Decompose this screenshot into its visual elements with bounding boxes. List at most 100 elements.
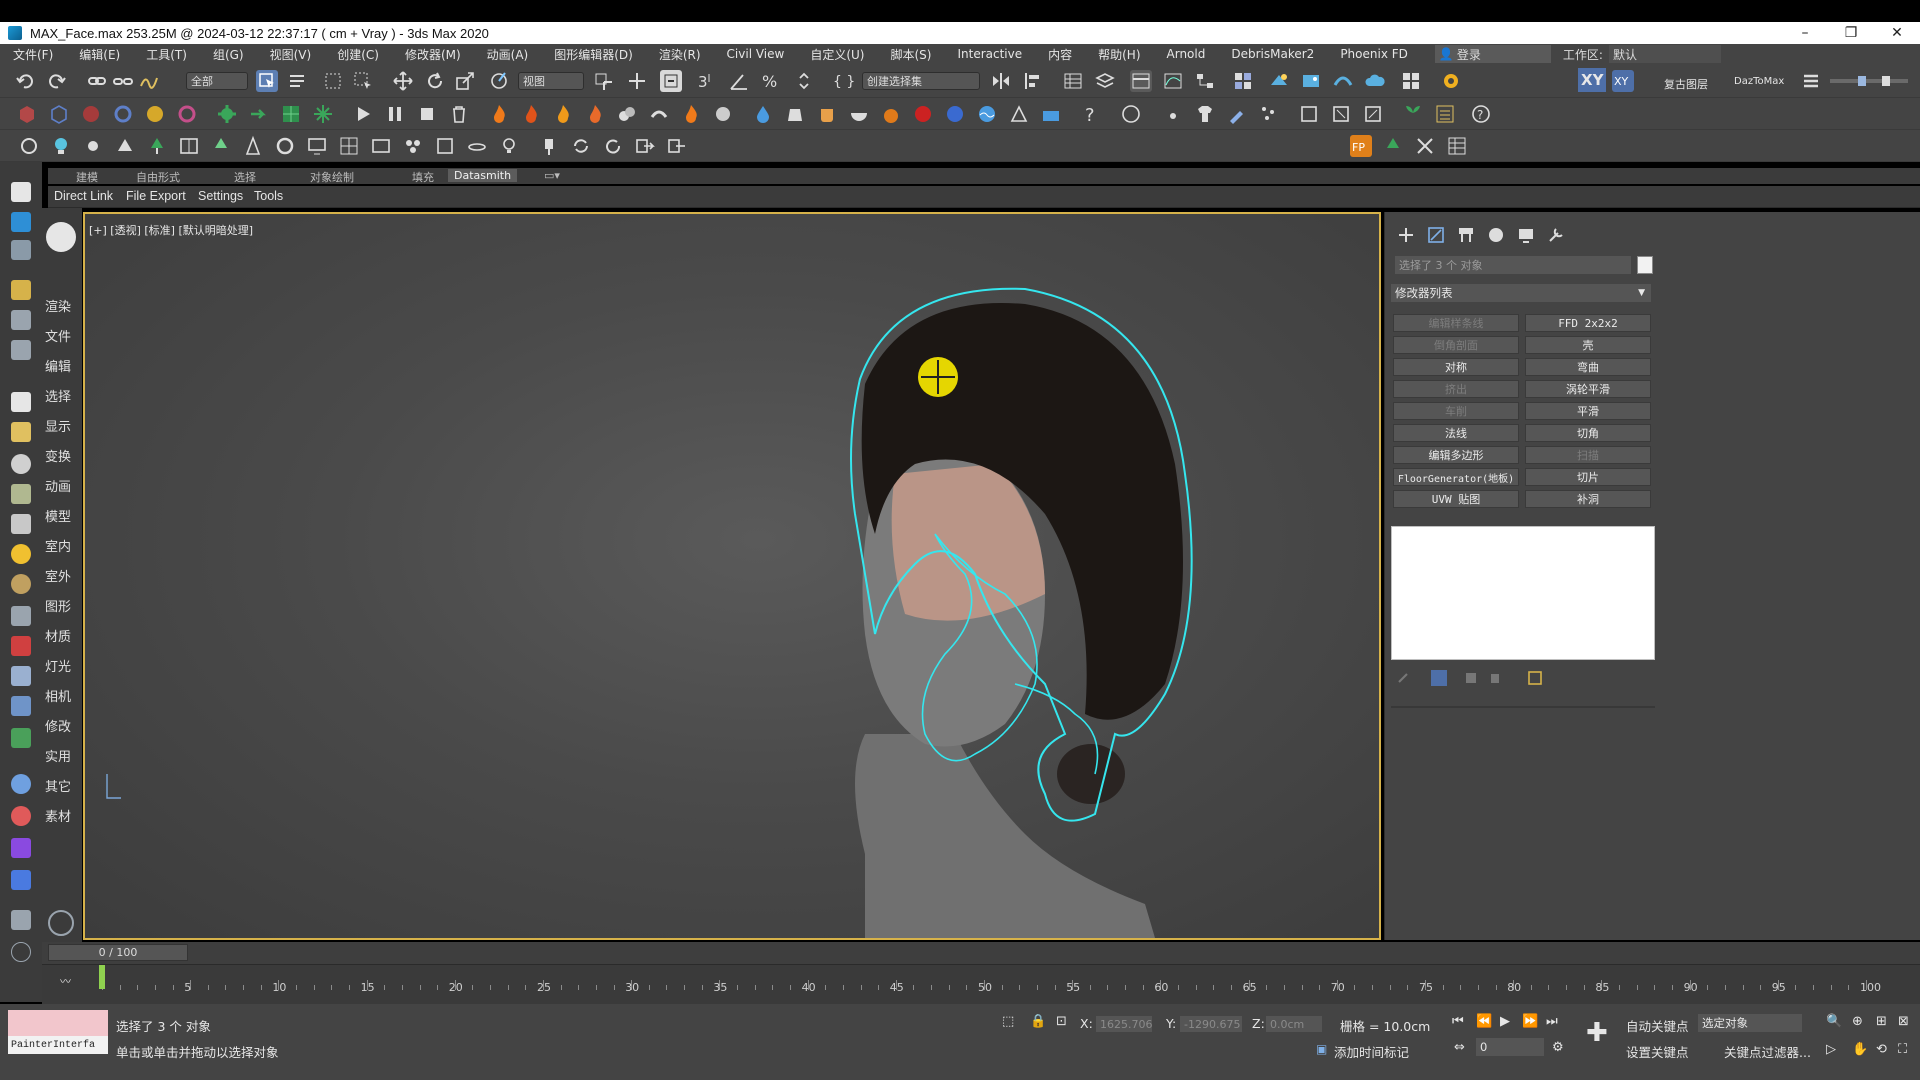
percent-snap-icon[interactable]: % [760, 70, 782, 92]
spark-green-icon[interactable] [312, 103, 334, 125]
curve-editor-icon[interactable] [1162, 70, 1184, 92]
animation-icon[interactable] [11, 484, 31, 504]
zoom-icon[interactable]: 🔍 [1826, 1014, 1842, 1029]
table-grid-icon[interactable] [1446, 135, 1468, 157]
help-icon[interactable] [11, 942, 31, 962]
named-selection-set-dropdown[interactable]: 创建选择集 [862, 72, 980, 90]
auto-key-button[interactable]: 自动关键点 [1626, 1016, 1689, 1035]
layer-restore-button[interactable]: 复古图层 [1664, 76, 1708, 92]
menu-file[interactable]: 文件(F) [0, 46, 66, 63]
modifier-button[interactable]: 扫描 [1525, 446, 1651, 464]
restore-button[interactable]: ❐ [1828, 22, 1874, 44]
modifier-button[interactable]: 法线 [1393, 424, 1519, 442]
lock-selection-icon[interactable]: 🔒 [1030, 1014, 1046, 1029]
category-edit[interactable]: 编辑 [45, 356, 71, 375]
sphere-red-icon[interactable] [80, 103, 102, 125]
key-filters-button[interactable]: 关键点过滤器... [1724, 1042, 1811, 1061]
category-modify[interactable]: 修改 [45, 716, 71, 735]
book-icon[interactable] [178, 135, 200, 157]
zoom-extents-all-icon[interactable]: ⊠ [1898, 1014, 1909, 1029]
key-mode-icon[interactable]: ⇔ [1454, 1040, 1465, 1055]
category-select[interactable]: 选择 [45, 386, 71, 405]
orbit-icon[interactable]: ⟲ [1876, 1042, 1887, 1057]
fire-icon-3[interactable] [552, 103, 574, 125]
category-render[interactable]: 渲染 [45, 296, 71, 315]
plant-icon[interactable] [1402, 103, 1424, 125]
category-interior[interactable]: 室内 [45, 536, 71, 555]
remove-modifier-icon[interactable] [1487, 670, 1503, 686]
foam-icon[interactable] [1008, 103, 1030, 125]
modifier-button[interactable]: 壳 [1525, 336, 1651, 354]
fire-icon-1[interactable] [488, 103, 510, 125]
category-other[interactable]: 其它 [45, 776, 71, 795]
model-icon[interactable] [11, 514, 31, 534]
hierarchy-tab-icon[interactable] [1457, 226, 1475, 244]
file-export-button[interactable]: File Export [126, 189, 186, 203]
menu-rendering[interactable]: 渲染(R) [646, 46, 714, 63]
go-to-end-icon[interactable]: ⏭ [1546, 1014, 1558, 1029]
brush-slider-icon[interactable] [1830, 74, 1910, 88]
select-object-icon[interactable] [256, 70, 278, 92]
spinner-snap-icon[interactable] [794, 70, 816, 92]
script-icon[interactable] [11, 870, 31, 890]
vray-settings-icon[interactable] [1440, 70, 1462, 92]
sphere-yellow-icon[interactable] [144, 103, 166, 125]
zoom-all-icon[interactable]: ⊕ [1852, 1014, 1863, 1029]
reload-icon[interactable] [602, 135, 624, 157]
stack-icon[interactable] [1800, 70, 1822, 92]
edit-named-selection-icon[interactable]: { } [832, 70, 855, 92]
previous-frame-icon[interactable]: ⏪ [1476, 1014, 1492, 1029]
tree-2-icon[interactable] [210, 135, 232, 157]
file-icon[interactable] [11, 310, 31, 330]
red-ball-icon[interactable] [912, 103, 934, 125]
wave-icon[interactable] [976, 103, 998, 125]
modifier-button[interactable]: 涡轮平滑 [1525, 380, 1651, 398]
cube-wire-icon[interactable] [48, 103, 70, 125]
edit-icon[interactable] [11, 340, 31, 360]
fire-icon-5[interactable] [680, 103, 702, 125]
menu-phoenix-fd[interactable]: Phoenix FD [1327, 47, 1421, 61]
tab-populate[interactable]: 填充 [412, 169, 434, 185]
modifier-button[interactable]: UVW 贴图 [1393, 490, 1519, 508]
move-icon[interactable] [392, 70, 414, 92]
x-coordinate-field[interactable]: 1625.706 [1096, 1016, 1153, 1032]
pan-view-icon[interactable]: ✋ [1852, 1042, 1868, 1057]
camera-icon[interactable] [11, 696, 31, 716]
help-question-icon[interactable]: ? [1080, 103, 1102, 126]
image-icon[interactable] [11, 240, 31, 260]
selected-object-dropdown[interactable]: 选定对象 [1698, 1014, 1802, 1032]
next-frame-icon[interactable]: ⏩ [1522, 1014, 1538, 1029]
layers-icon[interactable] [11, 910, 31, 930]
current-frame-field[interactable]: 0 [1476, 1038, 1544, 1056]
lightbulb-icon[interactable] [50, 135, 72, 157]
ocean-icon[interactable] [1040, 103, 1062, 125]
modifier-button[interactable]: 编辑样条线 [1393, 314, 1519, 332]
modifier-button[interactable]: 挤出 [1393, 380, 1519, 398]
stop-icon[interactable] [416, 103, 438, 125]
frame-icon[interactable] [370, 135, 392, 157]
modifier-button[interactable]: 对称 [1393, 358, 1519, 376]
field-of-view-icon[interactable]: ▷ [1826, 1042, 1836, 1057]
daztomax-button[interactable]: DazToMax [1734, 76, 1784, 87]
bowl-icon[interactable] [848, 103, 870, 125]
cluster-icon[interactable] [402, 135, 424, 157]
close-button[interactable]: ✕ [1874, 22, 1920, 44]
toggle-layer-explorer-icon[interactable] [1094, 70, 1116, 92]
maxscript-mini-input[interactable]: PainterInterfa [8, 1036, 108, 1054]
exit-icon[interactable] [666, 135, 688, 157]
fire-icon-2[interactable] [520, 103, 542, 125]
brush-icon[interactable] [1226, 103, 1248, 125]
toggle-ribbon-icon[interactable] [1130, 70, 1152, 92]
interior-icon[interactable] [11, 544, 31, 564]
utilities-tab-icon[interactable] [1547, 226, 1565, 244]
bind-spacewarp-icon[interactable] [138, 70, 160, 92]
dot-icon[interactable] [1162, 103, 1184, 125]
menu-create[interactable]: 创建(C) [324, 46, 392, 63]
help-circle-icon[interactable]: ? [1470, 103, 1492, 125]
select-manipulate-icon[interactable] [626, 70, 648, 92]
modifier-button[interactable]: 切角 [1525, 424, 1651, 442]
particles-icon[interactable] [1258, 103, 1280, 125]
splash-icon[interactable] [880, 103, 902, 125]
modifier-button[interactable]: 补洞 [1525, 490, 1651, 508]
torus-blue-icon[interactable] [112, 103, 134, 125]
